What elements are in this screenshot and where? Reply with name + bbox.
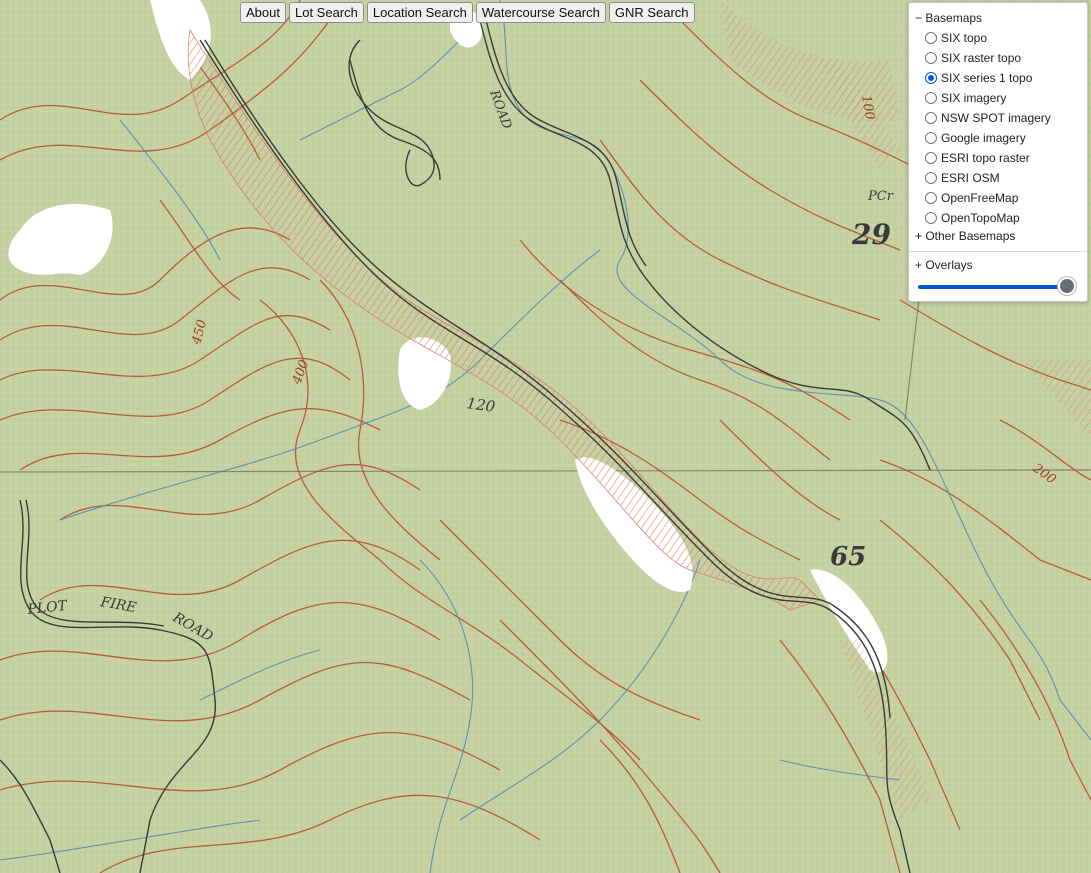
radio-indicator[interactable] xyxy=(925,192,937,204)
location-search-button[interactable]: Location Search xyxy=(366,2,473,23)
basemap-option-esri-osm[interactable]: ESRI OSM xyxy=(925,169,1000,187)
basemap-option-opentopomap[interactable]: OpenTopoMap xyxy=(925,209,1020,227)
lot-search-button[interactable]: Lot Search xyxy=(288,2,364,23)
top-toolbar: About Lot Search Location Search Waterco… xyxy=(240,2,695,23)
basemap-option-label: SIX series 1 topo xyxy=(941,71,1033,85)
basemap-option-google-imagery[interactable]: Google imagery xyxy=(925,129,1026,147)
peak-29-label: 29 xyxy=(851,218,891,251)
layer-switcher-panel: − Basemaps SIX topo SIX raster topo SIX … xyxy=(908,2,1088,302)
radio-indicator[interactable] xyxy=(925,112,937,124)
overlays-toggle[interactable]: + Overlays xyxy=(915,258,973,272)
about-button[interactable]: About xyxy=(240,2,286,23)
radio-indicator[interactable] xyxy=(925,172,937,184)
basemap-option-label: OpenFreeMap xyxy=(941,191,1019,205)
gnr-search-button[interactable]: GNR Search xyxy=(608,2,695,23)
panel-divider xyxy=(909,251,1087,252)
basemap-option-six-topo[interactable]: SIX topo xyxy=(925,29,987,47)
opacity-slider-handle[interactable] xyxy=(1058,277,1076,295)
opacity-slider-track[interactable] xyxy=(918,285,1068,289)
radio-indicator[interactable] xyxy=(925,132,937,144)
other-basemaps-toggle[interactable]: + Other Basemaps xyxy=(915,229,1015,243)
basemap-option-six-raster-topo[interactable]: SIX raster topo xyxy=(925,49,1021,67)
radio-indicator[interactable] xyxy=(925,32,937,44)
basemap-option-label: Google imagery xyxy=(941,131,1026,145)
basemap-option-label: ESRI OSM xyxy=(941,171,1000,185)
basemap-option-six-imagery[interactable]: SIX imagery xyxy=(925,89,1006,107)
basemap-option-openfreemap[interactable]: OpenFreeMap xyxy=(925,189,1018,207)
basemap-option-label: SIX imagery xyxy=(941,91,1007,105)
radio-indicator[interactable] xyxy=(925,152,937,164)
basemap-option-label: NSW SPOT imagery xyxy=(941,111,1051,125)
peak-65-label: 65 xyxy=(830,542,866,572)
basemaps-toggle[interactable]: − Basemaps xyxy=(915,11,982,25)
radio-indicator[interactable] xyxy=(925,92,937,104)
basemap-option-esri-topo-raster[interactable]: ESRI topo raster xyxy=(925,149,1030,167)
basemap-option-nsw-spot-imagery[interactable]: NSW SPOT imagery xyxy=(925,109,1051,127)
basemap-option-label: ESRI topo raster xyxy=(941,151,1030,165)
basemap-option-label: SIX topo xyxy=(941,31,988,45)
basemap-option-six-series-1-topo[interactable]: SIX series 1 topo xyxy=(925,69,1032,87)
basemap-option-label: OpenTopoMap xyxy=(941,211,1020,225)
radio-indicator[interactable] xyxy=(925,52,937,64)
basemap-option-label: SIX raster topo xyxy=(941,51,1022,65)
radio-indicator[interactable] xyxy=(925,212,937,224)
radio-indicator-selected[interactable] xyxy=(925,72,937,84)
watercourse-search-button[interactable]: Watercourse Search xyxy=(475,2,606,23)
peak-prefix-label: PCr xyxy=(867,189,894,204)
